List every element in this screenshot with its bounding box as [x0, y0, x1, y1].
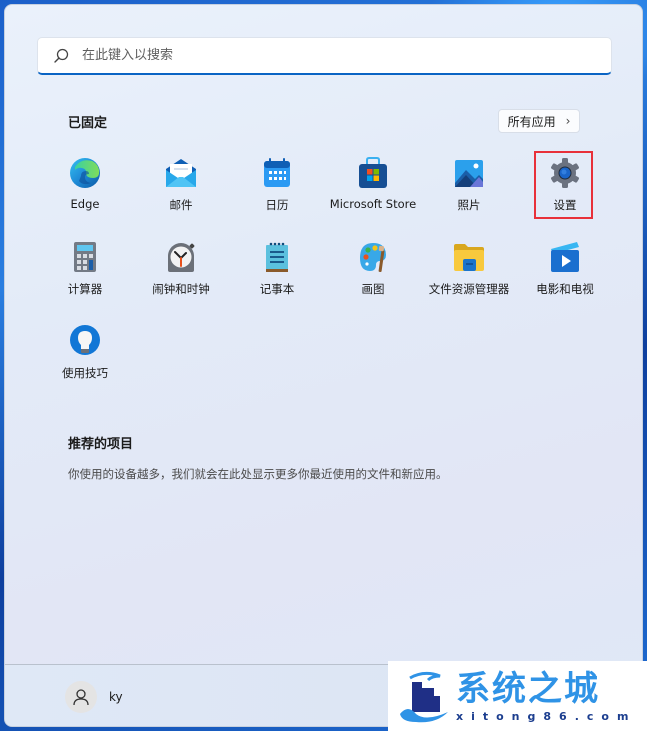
pinned-app-settings[interactable]: 设置: [517, 155, 613, 239]
avatar: [65, 681, 97, 713]
notepad-icon: [266, 242, 288, 272]
alarm-clock-icon: [168, 243, 195, 272]
pinned-app-microsoft-store[interactable]: Microsoft Store: [325, 155, 421, 239]
app-label: Microsoft Store: [329, 197, 417, 211]
tips-lightbulb-icon: [70, 325, 100, 355]
pinned-apps-grid: Edge 邮件 日历 Microsoft Store 照片 设置 计算器 闹钟和…: [37, 155, 613, 407]
start-menu: 已固定 所有应用 › Edge: [4, 4, 643, 727]
watermark-title: 系统之城: [456, 668, 600, 709]
search-box[interactable]: [37, 37, 612, 75]
pinned-app-tips[interactable]: 使用技巧: [37, 323, 133, 407]
pinned-app-notepad[interactable]: 记事本: [229, 239, 325, 323]
photos-icon: [455, 160, 483, 187]
all-apps-button[interactable]: 所有应用 ›: [498, 109, 580, 133]
pinned-app-paint[interactable]: 画图: [325, 239, 421, 323]
user-account-button[interactable]: ky: [65, 681, 123, 713]
app-label: 记事本: [259, 282, 295, 296]
pinned-app-calculator[interactable]: 计算器: [37, 239, 133, 323]
search-icon: [54, 48, 69, 63]
app-label: 文件资源管理器: [428, 282, 510, 296]
all-apps-label: 所有应用: [507, 114, 556, 129]
pinned-section-title: 已固定: [68, 116, 108, 131]
pinned-app-photos[interactable]: 照片: [421, 155, 517, 239]
app-label: 照片: [457, 198, 481, 212]
app-label: 邮件: [169, 198, 193, 212]
folder-icon: [454, 244, 484, 271]
pinned-app-movies-tv[interactable]: 电影和电视: [517, 239, 613, 323]
watermark-url: xitong86.com: [456, 709, 637, 723]
recommended-empty-text: 你使用的设备越多，我们就会在此处显示更多你最近使用的文件和新应用。: [68, 467, 448, 481]
pinned-app-file-explorer[interactable]: 文件资源管理器: [421, 239, 517, 323]
edge-icon: [70, 158, 100, 188]
app-label: 日历: [265, 198, 289, 212]
app-label: 画图: [361, 282, 385, 296]
user-icon: [73, 689, 89, 706]
pinned-app-mail[interactable]: 邮件: [133, 155, 229, 239]
app-label: 使用技巧: [62, 366, 108, 380]
app-label: Edge: [70, 197, 100, 211]
calendar-icon: [264, 158, 290, 187]
app-label: 电影和电视: [536, 282, 594, 296]
pinned-app-alarms-clock[interactable]: 闹钟和时钟: [133, 239, 229, 323]
recommended-section-title: 推荐的项目: [68, 437, 134, 452]
settings-gear-icon: [551, 158, 579, 188]
app-label: 闹钟和时钟: [152, 282, 210, 296]
paint-palette-icon: [360, 243, 386, 273]
store-icon: [359, 157, 387, 188]
chevron-right-icon: ›: [565, 114, 571, 128]
pinned-app-edge[interactable]: Edge: [37, 155, 133, 239]
calculator-icon: [74, 242, 96, 272]
watermark-logo-icon: [400, 671, 448, 723]
app-label: 计算器: [67, 282, 103, 296]
search-input[interactable]: [80, 47, 611, 64]
mail-icon: [166, 159, 196, 187]
app-label: 设置: [553, 198, 577, 212]
user-name: ky: [109, 690, 123, 704]
movies-play-icon: [551, 242, 579, 272]
site-watermark: 系统之城 xitong86.com: [388, 661, 647, 731]
pinned-app-calendar[interactable]: 日历: [229, 155, 325, 239]
